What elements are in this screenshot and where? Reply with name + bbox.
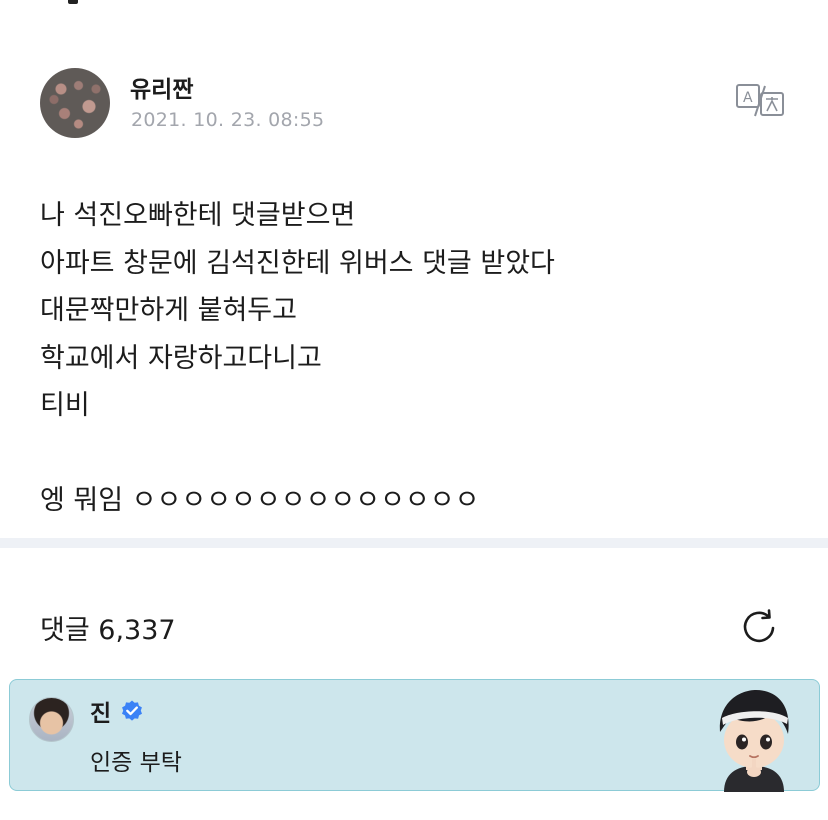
post-body-line: 아파트 창문에 김석진한테 위버스 댓글 받았다: [40, 247, 555, 279]
post-timestamp: 2021. 10. 23. 08:55: [131, 109, 325, 131]
comments-count: 댓글 6,337: [40, 615, 176, 646]
author-name[interactable]: 유리짠: [130, 70, 193, 104]
verified-badge-icon: [122, 700, 142, 721]
refresh-icon: [743, 609, 775, 643]
comment-text: 인증 부탁: [90, 750, 182, 776]
commenter-name[interactable]: 진: [90, 694, 111, 728]
post-header: 유리짠 2021. 10. 23. 08:55 A: [40, 68, 790, 140]
translate-button[interactable]: A: [735, 82, 785, 118]
comments-header: 댓글 6,337: [40, 606, 790, 650]
translate-icon: A: [736, 84, 784, 117]
post-body: 나 석진오빠한테 댓글받으면 아파트 창문에 김석진한테 위버스 댓글 받았다 …: [40, 192, 800, 525]
refresh-button[interactable]: [740, 607, 780, 647]
post-body-line: [40, 430, 800, 478]
commenter-avatar[interactable]: [29, 697, 74, 742]
post-body-line: 나 석진오빠한테 댓글받으면: [40, 200, 356, 231]
top-edge-fragment: [68, 0, 78, 4]
post-body-line: 대문짝만하게 붙혀두고: [40, 295, 297, 326]
svg-text:A: A: [743, 90, 753, 106]
character-sticker-icon: [719, 690, 789, 792]
post-body-line: 학교에서 자랑하고다니고: [40, 342, 322, 374]
section-divider: [0, 538, 828, 548]
pinned-comment[interactable]: 진 인증 부탁: [9, 679, 820, 792]
post-body-line: 티비: [40, 390, 90, 421]
post-body-line: 엥 뭐임 ㅇㅇㅇㅇㅇㅇㅇㅇㅇㅇㅇㅇㅇㅇ: [40, 485, 480, 516]
author-avatar[interactable]: [40, 68, 110, 138]
